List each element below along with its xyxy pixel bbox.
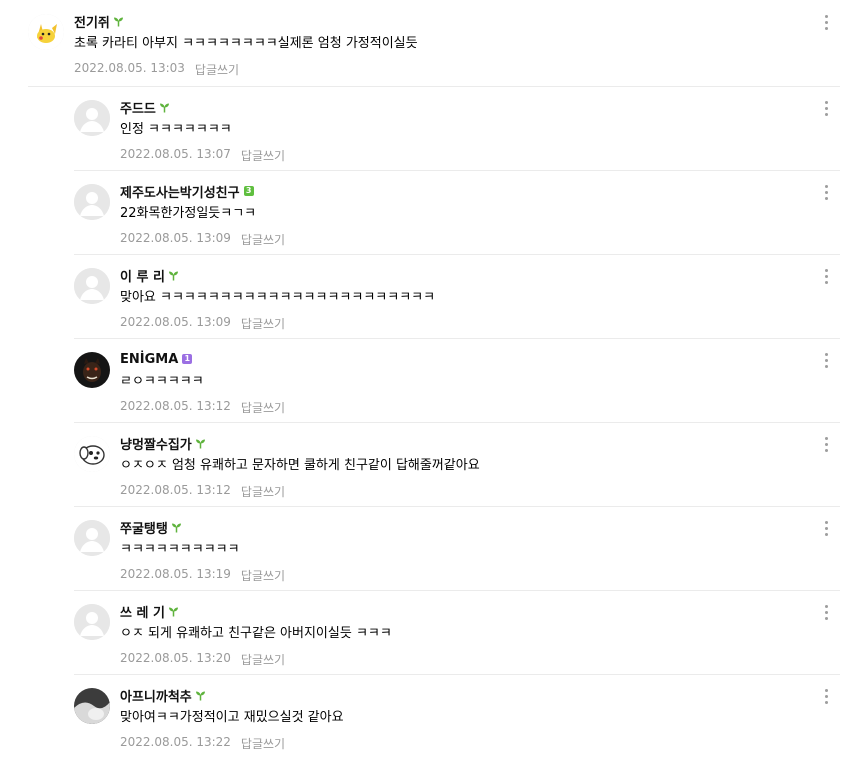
reply-item: ENİGMA 1 ㄹㅇㅋㅋㅋㅋㅋ 2022.08.05. 13:12 답글쓰기 (0, 338, 857, 422)
comment-meta: 2022.08.05. 13:12 답글쓰기 (120, 399, 285, 416)
cartoon-dog-avatar[interactable] (74, 436, 110, 472)
dog-dark-avatar[interactable] (74, 352, 110, 388)
author-name[interactable]: 제주도사는박기성친구 (120, 182, 240, 201)
author-row: 이 루 리 (120, 266, 179, 285)
comment-date: 2022.08.05. 13:09 (120, 315, 231, 329)
reply-button[interactable]: 답글쓰기 (241, 567, 285, 584)
sprout-icon (168, 606, 179, 617)
comment-date: 2022.08.05. 13:12 (120, 399, 231, 413)
reply-button[interactable]: 답글쓰기 (241, 231, 285, 248)
comment-meta: 2022.08.05. 13:09 답글쓰기 (120, 315, 285, 332)
comment-text: ㅇㅈㅇㅈ 엄청 유쾌하고 문자하면 쿨하게 친구같이 답해줄꺼같아요 (120, 458, 480, 473)
reply-button[interactable]: 답글쓰기 (241, 399, 285, 416)
comment-text: 맞아요 ㅋㅋㅋㅋㅋㅋㅋㅋㅋㅋㅋㅋㅋㅋㅋㅋㅋㅋㅋㅋㅋㅋㅋ (120, 290, 436, 305)
reply-item: 쓰 레 기 ㅇㅈ 되게 유쾌하고 친구같은 아버지이실듯 ㅋㅋㅋ 2022.08.0… (0, 590, 857, 674)
sprout-icon (113, 16, 124, 27)
comment-date: 2022.08.05. 13:12 (120, 483, 231, 497)
more-options-icon[interactable] (820, 686, 832, 706)
comment-date: 2022.08.05. 13:22 (120, 735, 231, 749)
default-avatar[interactable] (74, 100, 110, 136)
sprout-icon (195, 438, 206, 449)
comment-meta: 2022.08.05. 13:12 답글쓰기 (120, 483, 285, 500)
author-name[interactable]: 쭈굴탱탱 (120, 518, 168, 537)
comment-date: 2022.08.05. 13:09 (120, 231, 231, 245)
sprout-icon (159, 102, 170, 113)
comment-date: 2022.08.05. 13:07 (120, 147, 231, 161)
reply-button[interactable]: 답글쓰기 (195, 61, 239, 78)
comment-meta: 2022.08.05. 13:03 답글쓰기 (74, 61, 239, 78)
reply-button[interactable]: 답글쓰기 (241, 651, 285, 668)
reply-item: 주드드인정 ㅋㅋㅋㅋㅋㅋㅋ 2022.08.05. 13:07 답글쓰기 (0, 86, 857, 170)
comment-date: 2022.08.05. 13:03 (74, 61, 185, 75)
more-options-icon[interactable] (820, 182, 832, 202)
more-options-icon[interactable] (820, 518, 832, 538)
comment-date: 2022.08.05. 13:20 (120, 651, 231, 665)
comment-meta: 2022.08.05. 13:22 답글쓰기 (120, 735, 285, 752)
more-options-icon[interactable] (820, 12, 832, 32)
comment-text: 맞아여ㅋㅋ가정적이고 재밌으실것 같아요 (120, 710, 344, 725)
sprout-icon (195, 690, 206, 701)
author-name[interactable]: 전기쥐 (74, 12, 110, 31)
comment-meta: 2022.08.05. 13:20 답글쓰기 (120, 651, 285, 668)
reply-item: 아프니까척추맞아여ㅋㅋ가정적이고 재밌으실것 같아요 2022.08.05. 13… (0, 674, 857, 758)
reply-button[interactable]: 답글쓰기 (241, 315, 285, 332)
default-avatar[interactable] (74, 268, 110, 304)
level-badge-icon: 1 (182, 354, 193, 364)
author-name[interactable]: 아프니까척추 (120, 686, 192, 705)
author-row: 쭈굴탱탱 (120, 518, 182, 537)
comment-date: 2022.08.05. 13:19 (120, 567, 231, 581)
more-options-icon[interactable] (820, 266, 832, 286)
comment-item: 전기쥐초록 카라티 아부지 ㅋㅋㅋㅋㅋㅋㅋㅋ실제론 엄청 가정적이실듯 2022.… (0, 0, 857, 84)
comment-meta: 2022.08.05. 13:09 답글쓰기 (120, 231, 285, 248)
author-name[interactable]: 주드드 (120, 98, 156, 117)
more-options-icon[interactable] (820, 434, 832, 454)
author-row: 아프니까척추 (120, 686, 206, 705)
author-row: 쓰 레 기 (120, 602, 179, 621)
more-options-icon[interactable] (820, 98, 832, 118)
author-row: 주드드 (120, 98, 170, 117)
pikachu-avatar[interactable] (28, 14, 64, 50)
comment-text: 인정 ㅋㅋㅋㅋㅋㅋㅋ (120, 122, 232, 137)
reply-button[interactable]: 답글쓰기 (241, 483, 285, 500)
comment-meta: 2022.08.05. 13:19 답글쓰기 (120, 567, 285, 584)
author-row: 제주도사는박기성친구 3 (120, 182, 254, 201)
default-avatar[interactable] (74, 520, 110, 556)
default-avatar[interactable] (74, 604, 110, 640)
author-name[interactable]: 이 루 리 (120, 266, 165, 285)
author-row: ENİGMA 1 (120, 350, 193, 368)
comment-text: ㅋㅋㅋㅋㅋㅋㅋㅋㅋㅋ (120, 542, 240, 557)
sprout-icon (168, 270, 179, 281)
author-name[interactable]: 쓰 레 기 (120, 602, 165, 621)
reply-button[interactable]: 답글쓰기 (241, 735, 285, 752)
reply-item: 이 루 리맞아요 ㅋㅋㅋㅋㅋㅋㅋㅋㅋㅋㅋㅋㅋㅋㅋㅋㅋㅋㅋㅋㅋㅋㅋ 2022.08.… (0, 254, 857, 338)
sprout-icon (171, 522, 182, 533)
author-name[interactable]: ENİGMA (120, 352, 178, 367)
comment-text: ㄹㅇㅋㅋㅋㅋㅋ (120, 374, 204, 389)
more-options-icon[interactable] (820, 350, 832, 370)
more-options-icon[interactable] (820, 602, 832, 622)
reply-item: 냥멍짤수집가 ㅇㅈㅇㅈ 엄청 유쾌하고 문자하면 쿨하게 친구같이 답해줄꺼같아요… (0, 422, 857, 506)
author-row: 냥멍짤수집가 (120, 434, 206, 453)
author-row: 전기쥐 (74, 12, 124, 31)
photo-avatar[interactable] (74, 688, 110, 724)
comment-text: 22화목한가정일듯ㅋㄱㅋ (120, 206, 257, 221)
default-avatar[interactable] (74, 184, 110, 220)
comment-meta: 2022.08.05. 13:07 답글쓰기 (120, 147, 285, 164)
reply-button[interactable]: 답글쓰기 (241, 147, 285, 164)
comment-text: 초록 카라티 아부지 ㅋㅋㅋㅋㅋㅋㅋㅋ실제론 엄청 가정적이실듯 (74, 36, 418, 51)
comment-text: ㅇㅈ 되게 유쾌하고 친구같은 아버지이실듯 ㅋㅋㅋ (120, 626, 392, 641)
author-name[interactable]: 냥멍짤수집가 (120, 434, 192, 453)
reply-item: 쭈굴탱탱 ㅋㅋㅋㅋㅋㅋㅋㅋㅋㅋ 2022.08.05. 13:19 답글쓰기 (0, 506, 857, 590)
reply-item: 제주도사는박기성친구 3 22화목한가정일듯ㅋㄱㅋ 2022.08.05. 13:09… (0, 170, 857, 254)
level-badge-icon: 3 (243, 186, 254, 196)
